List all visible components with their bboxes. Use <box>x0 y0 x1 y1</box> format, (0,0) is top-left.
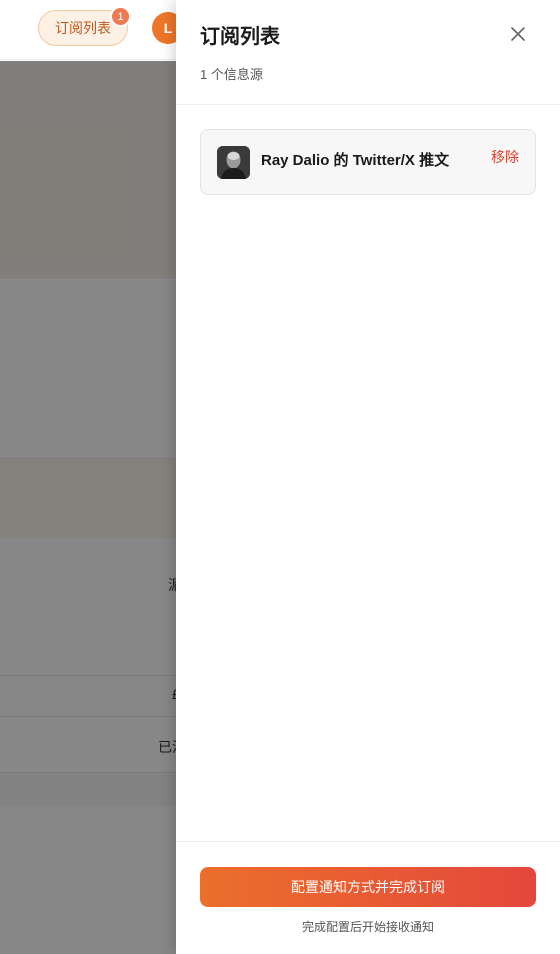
subscription-item-name: Ray Dalio 的 Twitter/X 推文 <box>261 152 450 169</box>
close-button[interactable] <box>506 22 530 46</box>
subscription-list-label: 订阅列表 <box>55 20 111 36</box>
drawer-title: 订阅列表 <box>200 26 280 48</box>
drawer-header: 订阅列表 1 个信息源 <box>176 0 560 105</box>
drawer-source-count: 1 个信息源 <box>200 67 263 82</box>
person-photo-icon <box>217 146 250 179</box>
footer-hint: 完成配置后开始接收通知 <box>301 920 434 934</box>
subscription-drawer: 订阅列表 1 个信息源 Ray Dalio 的 Twitter/X 推文 移除 … <box>176 0 560 954</box>
configure-notifications-label: 配置通知方式并完成订阅 <box>291 879 445 895</box>
drawer-footer: 配置通知方式并完成订阅 完成配置后开始接收通知 <box>176 841 560 954</box>
subscription-item: Ray Dalio 的 Twitter/X 推文 移除 <box>200 129 536 195</box>
configure-notifications-button[interactable]: 配置通知方式并完成订阅 <box>200 867 536 907</box>
close-icon <box>511 27 525 41</box>
subscription-count-badge: 1 <box>110 6 131 27</box>
remove-button[interactable]: 移除 <box>491 147 519 167</box>
